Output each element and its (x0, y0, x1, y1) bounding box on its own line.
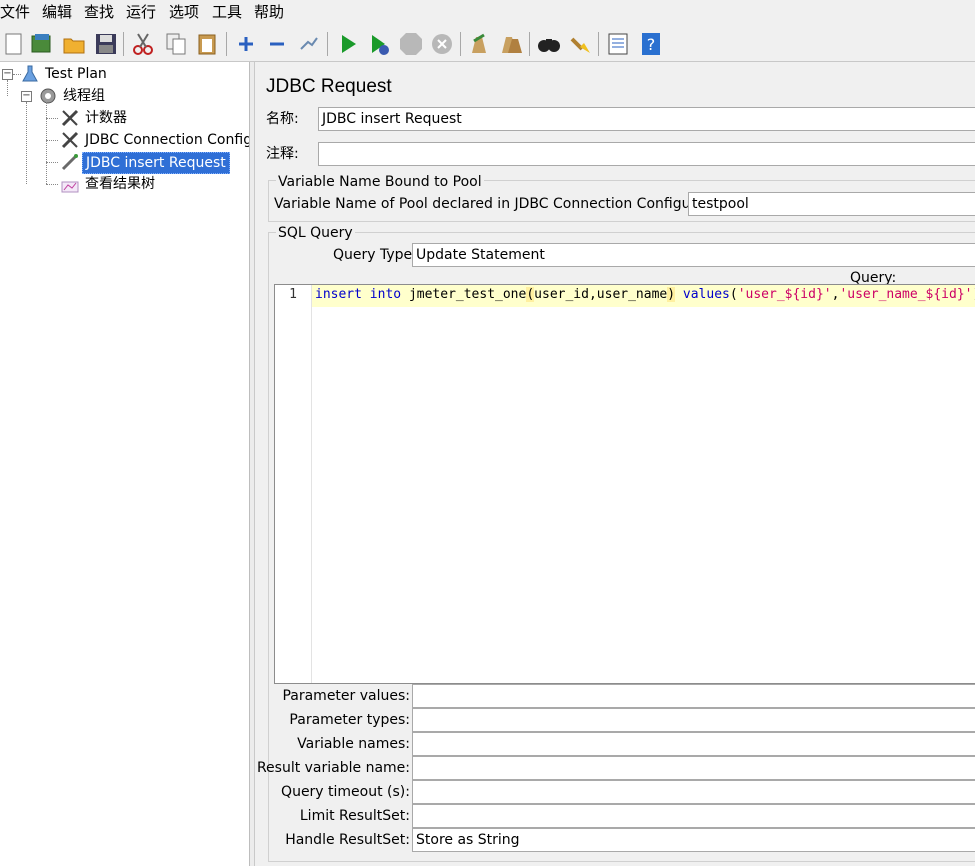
listener-icon (61, 181, 79, 193)
clear-all-icon[interactable] (498, 31, 524, 57)
save-icon[interactable] (93, 31, 119, 57)
start-icon[interactable] (335, 31, 361, 57)
parameter-types-field[interactable] (412, 708, 975, 732)
test-plan-tree: − Test Plan − 线程组 计数器 JDBC Connection Co… (0, 62, 250, 866)
sampler-icon (61, 154, 78, 171)
sql-keyword: into (369, 287, 402, 302)
tree-line (46, 162, 58, 163)
menu-options[interactable]: 选项 (169, 2, 199, 22)
test-plan-icon (22, 65, 38, 82)
sql-keyword: values (682, 287, 730, 302)
menu-edit[interactable]: 编辑 (42, 2, 72, 22)
start-no-pause-icon[interactable] (366, 31, 392, 57)
collapse-toggle[interactable]: − (21, 91, 32, 102)
collapse-toggle[interactable]: − (2, 69, 13, 80)
sql-paren: ( (729, 287, 738, 302)
tree-line (46, 184, 58, 185)
variable-names-field[interactable] (412, 732, 975, 756)
tree-line (46, 140, 58, 141)
reset-search-icon[interactable] (568, 31, 594, 57)
sql-columns: user_id,user_name (534, 287, 668, 302)
query-timeout-label: Query timeout (s): (281, 784, 410, 800)
config-icon (61, 131, 79, 149)
search-icon[interactable] (536, 31, 562, 57)
limit-resultset-field[interactable] (412, 804, 975, 828)
sql-paren: ( (526, 287, 535, 302)
collapse-icon[interactable] (264, 31, 290, 57)
tree-node-label: 计数器 (85, 110, 127, 126)
tree-line (7, 80, 8, 96)
tree-node-label: JDBC insert Request (82, 152, 230, 174)
toolbar-separator (529, 32, 530, 56)
menu-help[interactable]: 帮助 (254, 2, 284, 22)
stop-icon[interactable] (398, 31, 424, 57)
handle-resultset-select[interactable]: Store as String (412, 828, 975, 852)
pool-group-title: Variable Name Bound to Pool (276, 172, 484, 192)
tree-line (46, 102, 47, 184)
sql-query-editor[interactable]: 1 insert into jmeter_test_one(user_id,us… (274, 284, 975, 684)
toolbar-separator (226, 32, 227, 56)
new-icon[interactable] (1, 31, 27, 57)
name-field[interactable]: JDBC insert Request (318, 107, 975, 131)
cut-icon[interactable] (130, 31, 156, 57)
sql-string: 'user_name_${id}' (839, 287, 973, 302)
split-pane-divider[interactable] (250, 62, 255, 866)
expand-icon[interactable] (233, 31, 259, 57)
toolbar-separator (123, 32, 124, 56)
sql-string: 'user_${id}' (737, 287, 832, 302)
help-icon[interactable]: ? (638, 31, 664, 57)
limit-resultset-label: Limit ResultSet: (299, 808, 410, 824)
clear-icon[interactable] (466, 31, 492, 57)
comment-label: 注释: (266, 146, 299, 162)
parameter-values-label: Parameter values: (282, 688, 410, 704)
query-timeout-field[interactable] (412, 780, 975, 804)
line-number-gutter (275, 285, 312, 683)
menu-tools[interactable]: 工具 (212, 2, 242, 22)
toolbar-separator (598, 32, 599, 56)
toolbar-separator (460, 32, 461, 56)
copy-icon[interactable] (163, 31, 189, 57)
pool-label: Variable Name of Pool declared in JDBC C… (274, 196, 737, 212)
tree-node-label: 线程组 (63, 88, 105, 104)
line-number: 1 (289, 287, 297, 302)
menu-file[interactable]: 文件 (0, 2, 30, 22)
query-type-label: Query Type: (333, 247, 417, 263)
variable-names-label: Variable names: (297, 736, 410, 752)
counter-icon (61, 109, 79, 127)
query-type-select[interactable]: Update Statement (412, 243, 975, 267)
sql-group-title: SQL Query (276, 223, 355, 243)
page-title: JDBC Request (266, 76, 392, 97)
shutdown-icon[interactable] (429, 31, 455, 57)
pool-name-field[interactable]: testpool (688, 192, 975, 216)
comment-field[interactable] (318, 142, 975, 166)
jdbc-request-panel: JDBC Request 名称: JDBC insert Request 注释:… (256, 62, 975, 866)
parameter-types-label: Parameter types: (289, 712, 410, 728)
sql-code-line: insert into jmeter_test_one(user_id,user… (315, 287, 975, 302)
function-helper-icon[interactable] (605, 31, 631, 57)
menu-run[interactable]: 运行 (126, 2, 156, 22)
tree-node-label: Test Plan (45, 66, 107, 82)
menu-bar: 文件 编辑 查找 运行 选项 工具 帮助 (0, 0, 975, 26)
menu-search[interactable]: 查找 (84, 2, 114, 22)
toolbar-separator (327, 32, 328, 56)
gear-icon (40, 88, 56, 104)
tree-line (26, 102, 27, 184)
sql-paren: ) (667, 287, 676, 302)
toolbar: ? (0, 26, 975, 62)
toggle-icon[interactable] (296, 31, 322, 57)
sql-identifier: jmeter_test_one (408, 287, 527, 302)
open-icon[interactable] (61, 31, 87, 57)
templates-icon[interactable] (28, 31, 54, 57)
svg-text:?: ? (647, 35, 656, 54)
result-variable-name-label: Result variable name: (256, 760, 410, 776)
sql-keyword: insert (315, 287, 362, 302)
parameter-values-field[interactable] (412, 684, 975, 708)
name-label: 名称: (266, 111, 299, 127)
tree-node-label: JDBC Connection Configura (85, 132, 249, 148)
result-variable-name-field[interactable] (412, 756, 975, 780)
handle-resultset-label: Handle ResultSet: (285, 832, 410, 848)
paste-icon[interactable] (194, 31, 220, 57)
tree-node-label: 查看结果树 (85, 176, 155, 192)
tree-line (46, 118, 58, 119)
